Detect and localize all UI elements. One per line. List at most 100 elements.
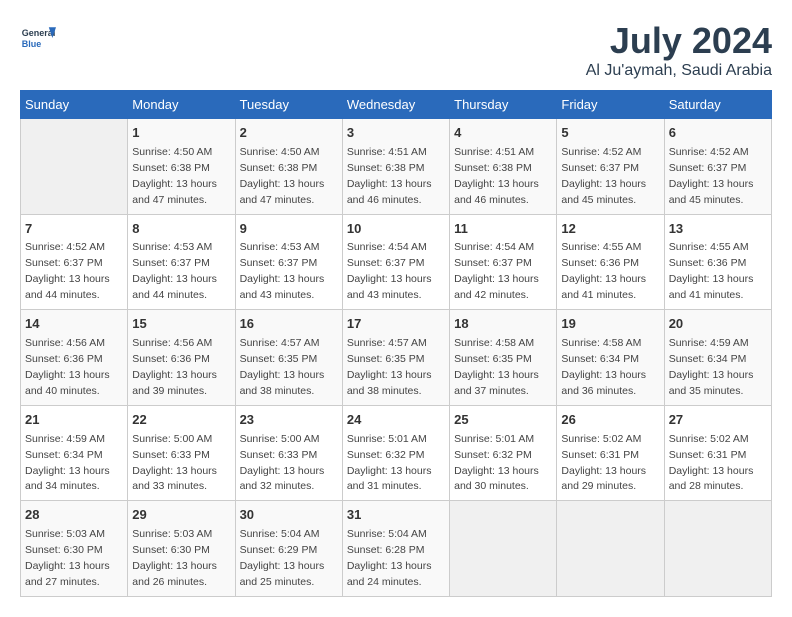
daylight-minutes: and 38 minutes. [347, 385, 422, 397]
daylight-minutes: and 44 minutes. [132, 289, 207, 301]
daylight: Daylight: 13 hours [240, 273, 325, 285]
daylight: Daylight: 13 hours [669, 178, 754, 190]
sunset: Sunset: 6:33 PM [132, 449, 210, 461]
day-number: 15 [132, 315, 230, 334]
daylight-minutes: and 27 minutes. [25, 576, 100, 588]
sunrise: Sunrise: 4:53 AM [240, 241, 320, 253]
calendar-cell: 31 Sunrise: 5:04 AM Sunset: 6:28 PM Dayl… [342, 501, 449, 597]
day-number: 10 [347, 220, 445, 239]
sunset: Sunset: 6:38 PM [240, 162, 318, 174]
calendar-cell [450, 501, 557, 597]
daylight-minutes: and 38 minutes. [240, 385, 315, 397]
calendar-cell: 21 Sunrise: 4:59 AM Sunset: 6:34 PM Dayl… [21, 405, 128, 501]
calendar-cell [557, 501, 664, 597]
daylight: Daylight: 13 hours [669, 273, 754, 285]
day-number: 21 [25, 411, 123, 430]
daylight: Daylight: 13 hours [347, 465, 432, 477]
daylight: Daylight: 13 hours [240, 369, 325, 381]
sunrise: Sunrise: 5:02 AM [561, 433, 641, 445]
calendar-cell: 20 Sunrise: 4:59 AM Sunset: 6:34 PM Dayl… [664, 310, 771, 406]
sunrise: Sunrise: 4:53 AM [132, 241, 212, 253]
day-number: 27 [669, 411, 767, 430]
calendar-cell: 17 Sunrise: 4:57 AM Sunset: 6:35 PM Dayl… [342, 310, 449, 406]
sunrise: Sunrise: 4:52 AM [25, 241, 105, 253]
daylight-minutes: and 28 minutes. [669, 480, 744, 492]
sunset: Sunset: 6:34 PM [669, 353, 747, 365]
calendar-cell: 24 Sunrise: 5:01 AM Sunset: 6:32 PM Dayl… [342, 405, 449, 501]
daylight: Daylight: 13 hours [132, 273, 217, 285]
daylight: Daylight: 13 hours [132, 465, 217, 477]
sunset: Sunset: 6:36 PM [669, 257, 747, 269]
daylight: Daylight: 13 hours [25, 560, 110, 572]
daylight: Daylight: 13 hours [25, 273, 110, 285]
calendar-cell: 11 Sunrise: 4:54 AM Sunset: 6:37 PM Dayl… [450, 214, 557, 310]
calendar-cell: 22 Sunrise: 5:00 AM Sunset: 6:33 PM Dayl… [128, 405, 235, 501]
calendar-cell [21, 119, 128, 215]
sunset: Sunset: 6:38 PM [347, 162, 425, 174]
daylight: Daylight: 13 hours [561, 273, 646, 285]
calendar-cell: 7 Sunrise: 4:52 AM Sunset: 6:37 PM Dayli… [21, 214, 128, 310]
sunrise: Sunrise: 4:54 AM [347, 241, 427, 253]
calendar-week-row: 21 Sunrise: 4:59 AM Sunset: 6:34 PM Dayl… [21, 405, 772, 501]
calendar-cell: 9 Sunrise: 4:53 AM Sunset: 6:37 PM Dayli… [235, 214, 342, 310]
daylight: Daylight: 13 hours [454, 465, 539, 477]
daylight: Daylight: 13 hours [561, 178, 646, 190]
calendar-cell: 15 Sunrise: 4:56 AM Sunset: 6:36 PM Dayl… [128, 310, 235, 406]
sunset: Sunset: 6:30 PM [132, 544, 210, 556]
day-number: 26 [561, 411, 659, 430]
calendar-cell: 1 Sunrise: 4:50 AM Sunset: 6:38 PM Dayli… [128, 119, 235, 215]
day-number: 20 [669, 315, 767, 334]
sunset: Sunset: 6:33 PM [240, 449, 318, 461]
sunset: Sunset: 6:37 PM [25, 257, 103, 269]
calendar-week-row: 7 Sunrise: 4:52 AM Sunset: 6:37 PM Dayli… [21, 214, 772, 310]
sunset: Sunset: 6:36 PM [25, 353, 103, 365]
daylight-minutes: and 47 minutes. [240, 194, 315, 206]
calendar-cell: 29 Sunrise: 5:03 AM Sunset: 6:30 PM Dayl… [128, 501, 235, 597]
day-number: 11 [454, 220, 552, 239]
calendar-cell: 6 Sunrise: 4:52 AM Sunset: 6:37 PM Dayli… [664, 119, 771, 215]
calendar-cell: 4 Sunrise: 4:51 AM Sunset: 6:38 PM Dayli… [450, 119, 557, 215]
location: Al Ju'aymah, Saudi Arabia [586, 62, 772, 80]
calendar-cell: 28 Sunrise: 5:03 AM Sunset: 6:30 PM Dayl… [21, 501, 128, 597]
sunset: Sunset: 6:34 PM [561, 353, 639, 365]
calendar-week-row: 28 Sunrise: 5:03 AM Sunset: 6:30 PM Dayl… [21, 501, 772, 597]
sunset: Sunset: 6:31 PM [669, 449, 747, 461]
daylight: Daylight: 13 hours [132, 560, 217, 572]
daylight: Daylight: 13 hours [561, 465, 646, 477]
sunrise: Sunrise: 5:03 AM [132, 528, 212, 540]
sunset: Sunset: 6:37 PM [132, 257, 210, 269]
sunset: Sunset: 6:37 PM [240, 257, 318, 269]
sunset: Sunset: 6:37 PM [669, 162, 747, 174]
daylight: Daylight: 13 hours [347, 560, 432, 572]
sunrise: Sunrise: 5:01 AM [454, 433, 534, 445]
day-number: 14 [25, 315, 123, 334]
sunset: Sunset: 6:35 PM [454, 353, 532, 365]
sunset: Sunset: 6:37 PM [347, 257, 425, 269]
sunset: Sunset: 6:36 PM [132, 353, 210, 365]
daylight-minutes: and 41 minutes. [561, 289, 636, 301]
svg-text:Blue: Blue [22, 39, 42, 49]
weekday-header: Monday [128, 91, 235, 119]
sunrise: Sunrise: 4:58 AM [561, 337, 641, 349]
daylight: Daylight: 13 hours [347, 369, 432, 381]
daylight-minutes: and 44 minutes. [25, 289, 100, 301]
daylight-minutes: and 41 minutes. [669, 289, 744, 301]
sunrise: Sunrise: 4:56 AM [132, 337, 212, 349]
calendar-cell: 16 Sunrise: 4:57 AM Sunset: 6:35 PM Dayl… [235, 310, 342, 406]
day-number: 30 [240, 506, 338, 525]
daylight-minutes: and 46 minutes. [454, 194, 529, 206]
sunset: Sunset: 6:36 PM [561, 257, 639, 269]
day-number: 3 [347, 124, 445, 143]
daylight: Daylight: 13 hours [347, 273, 432, 285]
sunrise: Sunrise: 4:57 AM [347, 337, 427, 349]
daylight-minutes: and 42 minutes. [454, 289, 529, 301]
daylight-minutes: and 46 minutes. [347, 194, 422, 206]
sunrise: Sunrise: 4:54 AM [454, 241, 534, 253]
daylight: Daylight: 13 hours [669, 465, 754, 477]
daylight: Daylight: 13 hours [454, 178, 539, 190]
daylight-minutes: and 36 minutes. [561, 385, 636, 397]
calendar-week-row: 14 Sunrise: 4:56 AM Sunset: 6:36 PM Dayl… [21, 310, 772, 406]
sunrise: Sunrise: 5:00 AM [240, 433, 320, 445]
sunrise: Sunrise: 4:51 AM [454, 146, 534, 158]
day-number: 23 [240, 411, 338, 430]
